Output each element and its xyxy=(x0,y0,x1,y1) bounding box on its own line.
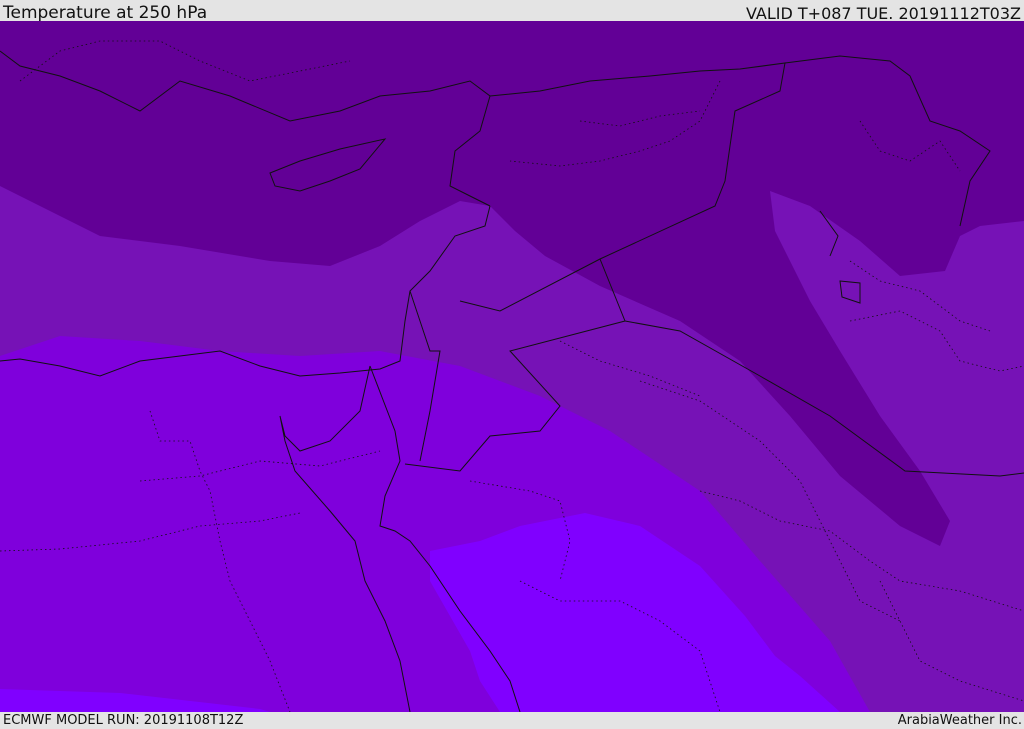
bottom-bar: ECMWF MODEL RUN: 20191108T12Z ArabiaWeat… xyxy=(0,712,1024,729)
model-run-label: ECMWF MODEL RUN: 20191108T12Z xyxy=(3,713,244,728)
temperature-map xyxy=(0,21,1024,712)
credit-label: ArabiaWeather Inc. xyxy=(897,713,1022,728)
top-bar: Temperature at 250 hPa VALID T+087 TUE. … xyxy=(0,0,1024,23)
